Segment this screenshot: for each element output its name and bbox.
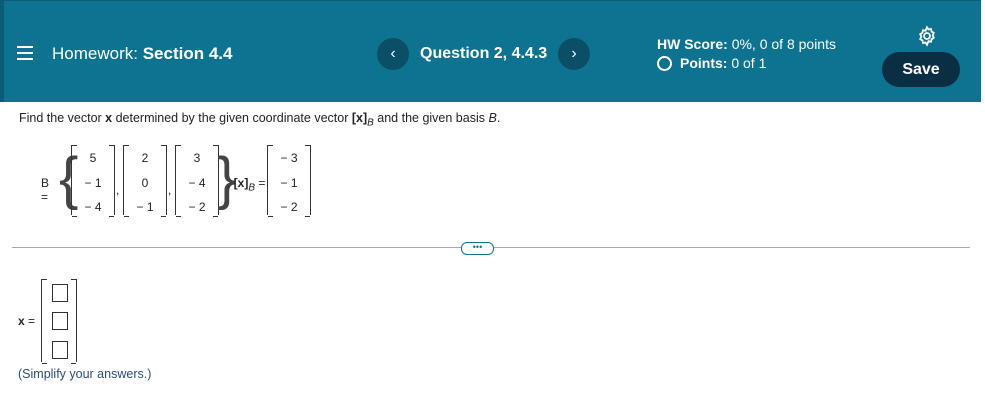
chevron-right-icon: › xyxy=(571,45,577,62)
homework-prefix: Homework: xyxy=(52,44,138,63)
points-value: 0 of 1 xyxy=(731,55,767,71)
hamburger-menu-icon[interactable] xyxy=(17,46,33,60)
prompt-period: . xyxy=(496,111,501,125)
matrix-entry: − 4 xyxy=(188,176,206,190)
basis-vector-1: 5 − 1 − 4 xyxy=(71,145,115,217)
prompt-text: Find the vector xyxy=(19,111,106,125)
more-options-button[interactable]: ••• xyxy=(461,242,494,255)
basis-vector-3: 3 − 4 − 2 xyxy=(175,145,219,217)
prompt-text-after: and the given basis xyxy=(373,111,489,125)
matrix-entry: 5 xyxy=(89,151,97,165)
points-status: Points: 0 of 1 xyxy=(657,55,766,71)
matrix-entry: − 1 xyxy=(280,176,298,190)
coord-label-sub: B xyxy=(248,182,256,194)
chevron-left-icon: ‹ xyxy=(390,45,396,62)
prompt-coord-sub: B xyxy=(367,117,374,129)
answer-equals: = xyxy=(24,314,36,328)
answer-input-3[interactable] xyxy=(52,341,68,359)
answer-input-2[interactable] xyxy=(52,312,68,330)
coordinate-vector: − 3 − 1 − 2 xyxy=(267,145,311,217)
matrix-entry: − 1 xyxy=(136,200,154,214)
coord-label-text: [x] xyxy=(233,176,249,190)
section-name: Section 4.4 xyxy=(142,44,233,63)
question-prompt: Find the vector x determined by the give… xyxy=(19,111,500,129)
comma: , xyxy=(116,183,120,197)
answer-x: x xyxy=(18,314,25,328)
matrix-entry: − 2 xyxy=(280,200,298,214)
matrix-entry: − 2 xyxy=(188,200,206,214)
answer-matrix xyxy=(41,279,77,364)
next-question-button[interactable]: › xyxy=(558,38,590,70)
prompt-text-mid: determined by the given coordinate vecto… xyxy=(112,111,352,125)
hw-score-value: 0%, 0 of 8 points xyxy=(731,36,836,52)
coordinate-label: , [x]B = xyxy=(227,176,266,194)
homework-title: Homework: Section 4.4 xyxy=(52,44,232,64)
header-bar: Homework: Section 4.4 ‹ Question 2, 4.4.… xyxy=(0,0,981,102)
basis-vector-2: 2 0 − 1 xyxy=(123,145,167,217)
matrix-entry: 0 xyxy=(141,176,149,190)
header-edge xyxy=(0,1,4,102)
hw-score: HW Score: 0%, 0 of 8 points xyxy=(657,36,836,52)
points-circle-icon xyxy=(657,56,672,71)
gear-icon[interactable] xyxy=(916,25,938,47)
hw-score-label: HW Score: xyxy=(657,36,728,52)
matrix-entry: 2 xyxy=(141,151,149,165)
prompt-basis: B xyxy=(488,111,497,125)
points-label: Points: xyxy=(680,55,728,71)
prompt-coord: [x] xyxy=(351,111,368,125)
basis-label: B = xyxy=(41,176,50,204)
comma: , xyxy=(168,183,172,197)
matrix-entry: − 3 xyxy=(280,151,298,165)
save-button[interactable]: Save xyxy=(882,52,960,87)
matrix-entry: 3 xyxy=(193,151,201,165)
previous-question-button[interactable]: ‹ xyxy=(377,38,409,70)
matrix-entry: − 4 xyxy=(84,200,102,214)
coord-equals: = xyxy=(258,176,266,190)
matrix-entry: − 1 xyxy=(84,176,102,190)
answer-label: x = xyxy=(18,314,35,328)
question-title: Question 2, 4.4.3 xyxy=(420,45,548,62)
answer-input-1[interactable] xyxy=(52,284,68,302)
simplify-note: (Simplify your answers.) xyxy=(18,367,152,381)
